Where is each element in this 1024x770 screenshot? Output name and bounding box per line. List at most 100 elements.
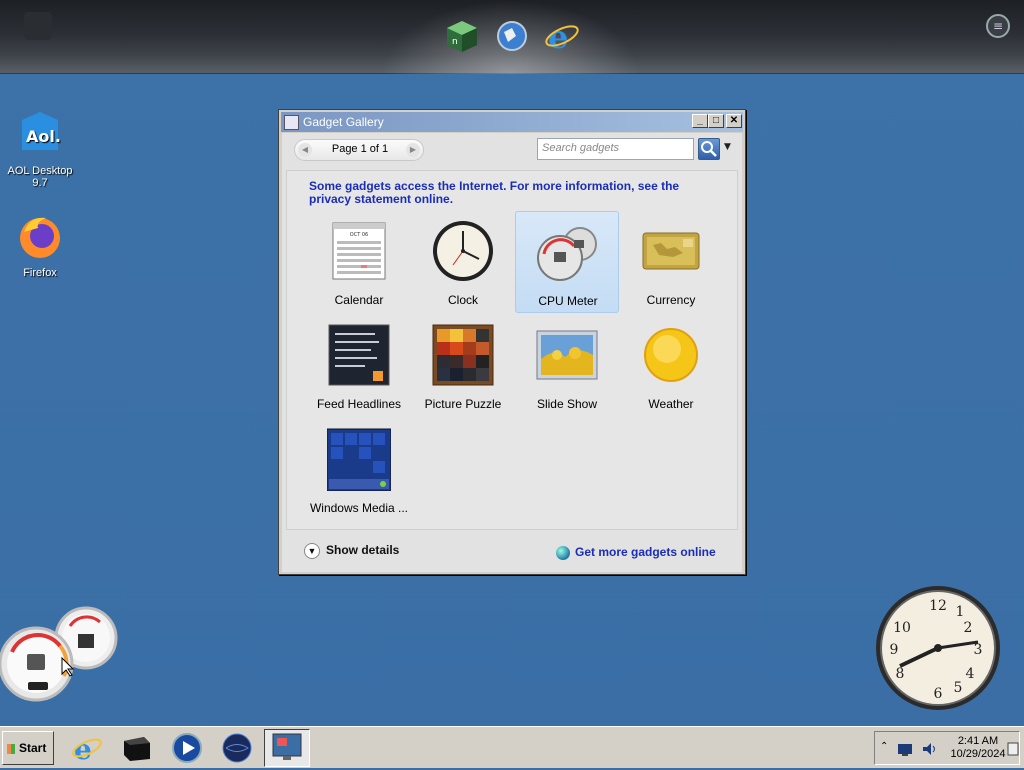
maximize-button[interactable]: □ [708,114,724,128]
search-button[interactable] [698,138,720,160]
search-dropdown-arrow[interactable]: ▼ [724,142,731,152]
gadget-picture-puzzle[interactable]: Picture Puzzle [411,315,515,417]
tray-date: 10/29/2024 [950,748,1006,760]
page-navigator: ◀ Page 1 of 1 ▶ [294,139,424,161]
globe-icon [556,545,570,560]
svg-text:10: 10 [893,620,911,636]
chevron-up-icon[interactable]: ⌃ [880,741,888,752]
gadget-calendar[interactable]: OCT 06 Calendar [307,211,411,313]
globe-app-icon[interactable] [494,18,530,54]
gadget-label: Feed Headlines [316,397,402,411]
tray-clock[interactable]: 2:41 AM 10/29/2024 [945,735,1011,761]
svg-text:4: 4 [966,666,975,682]
picture-puzzle-icon [432,324,494,386]
gadget-label: Weather [648,397,694,411]
search-gadgets-input[interactable]: Search gadgets [537,138,694,160]
gadget-slide-show[interactable]: Slide Show [515,315,619,417]
monitor-icon [272,733,302,760]
top-launcher-bar: n e ≡ [0,0,1024,74]
gadget-list-panel: Some gadgets access the Internet. For mo… [286,170,738,530]
volume-icon[interactable] [921,741,937,757]
svg-text:3: 3 [974,642,983,658]
clock-gadget[interactable]: 12 23 456 10 9 8 1 [874,584,1002,712]
gadget-label: Windows Media ... [309,501,409,515]
notification-icon[interactable] [1007,741,1019,757]
feed-headlines-icon [328,324,390,386]
window-title: Gadget Gallery [303,115,384,129]
desktop-icon-aol[interactable]: Aol. AOL Desktop 9.7 [0,110,80,189]
taskbar: Start e ⌃ 2:41 AM 10/29/2024 [0,726,1024,768]
media-player-icon[interactable] [170,731,204,765]
desktop-icon-label: AOL Desktop 9.7 [7,165,73,189]
clock-icon [433,221,493,281]
next-page-button[interactable]: ▶ [406,143,420,157]
internet-explorer-icon[interactable]: e [544,18,580,54]
chevron-down-icon: ▼ [304,543,320,559]
start-label: Start [19,741,47,755]
aol-icon: Aol. [22,112,61,150]
svg-text:8: 8 [896,666,905,682]
gadget-weather[interactable]: Weather [619,315,723,417]
desktop: n e ≡ Aol. AOL Desktop 9.7 Firefox 12 2 … [0,0,1024,768]
minimize-button[interactable]: _ [692,114,708,128]
calendar-icon: OCT 06 [332,222,386,280]
svg-text:12: 12 [929,598,947,614]
top-menu-icon[interactable]: ≡ [986,14,1010,38]
system-tray: ⌃ 2:41 AM 10/29/2024 [874,731,1020,765]
window-body: ◀ Page 1 of 1 ▶ Search gadgets ▼ Some ga… [282,133,742,572]
gadget-label: Currency [646,293,696,307]
gadget-label: Slide Show [536,397,598,411]
svg-text:6: 6 [934,686,943,702]
gadget-gallery-icon [284,115,299,130]
tray-time: 2:41 AM [957,735,999,747]
slide-show-icon [536,330,598,380]
show-details-label: Show details [326,543,400,558]
gadget-clock[interactable]: Clock [411,211,515,313]
page-indicator: Page 1 of 1 [331,143,389,155]
gadget-currency[interactable]: Currency [619,211,723,313]
window-titlebar[interactable]: Gadget Gallery _ □ ✕ [281,112,743,132]
currency-icon [642,232,700,270]
svg-text:2: 2 [964,620,973,636]
windows-media-icon [327,428,391,491]
firefox-icon [20,217,60,258]
terminal-box-icon[interactable] [120,731,154,765]
dark-square-icon [24,12,52,40]
network-globe-icon[interactable] [220,731,254,765]
internet-explorer-icon[interactable]: e [70,731,104,765]
internet-notice-link[interactable]: Some gadgets access the Internet. For mo… [309,180,709,206]
get-more-label: Get more gadgets online [575,545,716,559]
windows-flag-icon [7,743,15,754]
gadget-gallery-taskbar-button[interactable] [264,729,310,767]
svg-text:e: e [548,18,568,54]
gadget-feed-headlines[interactable]: Feed Headlines [307,315,411,417]
gadget-label: Calendar [334,293,384,307]
gadget-label: Picture Puzzle [424,397,502,411]
gadget-cpu-meter[interactable]: CPU Meter [515,211,619,313]
desktop-icon-label: Firefox [23,267,57,279]
gadget-label: CPU Meter [538,294,598,308]
svg-text:Aol.: Aol. [26,127,61,146]
svg-text:9: 9 [890,642,899,658]
window-footer: ▼ Show details Get more gadgets online [282,533,742,571]
weather-icon [644,328,698,382]
previous-page-button[interactable]: ◀ [298,143,312,157]
desktop-icon-firefox[interactable]: Firefox [0,212,80,279]
svg-text:e: e [74,733,92,765]
gadget-windows-media[interactable]: Windows Media ... [307,419,411,521]
start-button[interactable]: Start [2,731,54,765]
cube-app-icon[interactable]: n [444,18,480,54]
close-button[interactable]: ✕ [726,114,742,128]
cpu-meter-gadget[interactable] [0,606,124,706]
network-icon[interactable] [897,741,913,757]
svg-text:5: 5 [954,680,963,696]
cpu-meter-icon [537,227,597,281]
gadget-gallery-window: Gadget Gallery _ □ ✕ ◀ Page 1 of 1 ▶ Sea… [278,109,746,575]
search-icon [701,141,717,157]
svg-text:n: n [452,37,458,47]
get-more-gadgets-link[interactable]: Get more gadgets online [556,545,716,560]
show-details-button[interactable]: ▼ Show details [304,543,399,559]
calendar-month-label: OCT 06 [350,232,368,238]
svg-text:1: 1 [956,604,965,620]
gadget-label: Clock [447,293,478,307]
